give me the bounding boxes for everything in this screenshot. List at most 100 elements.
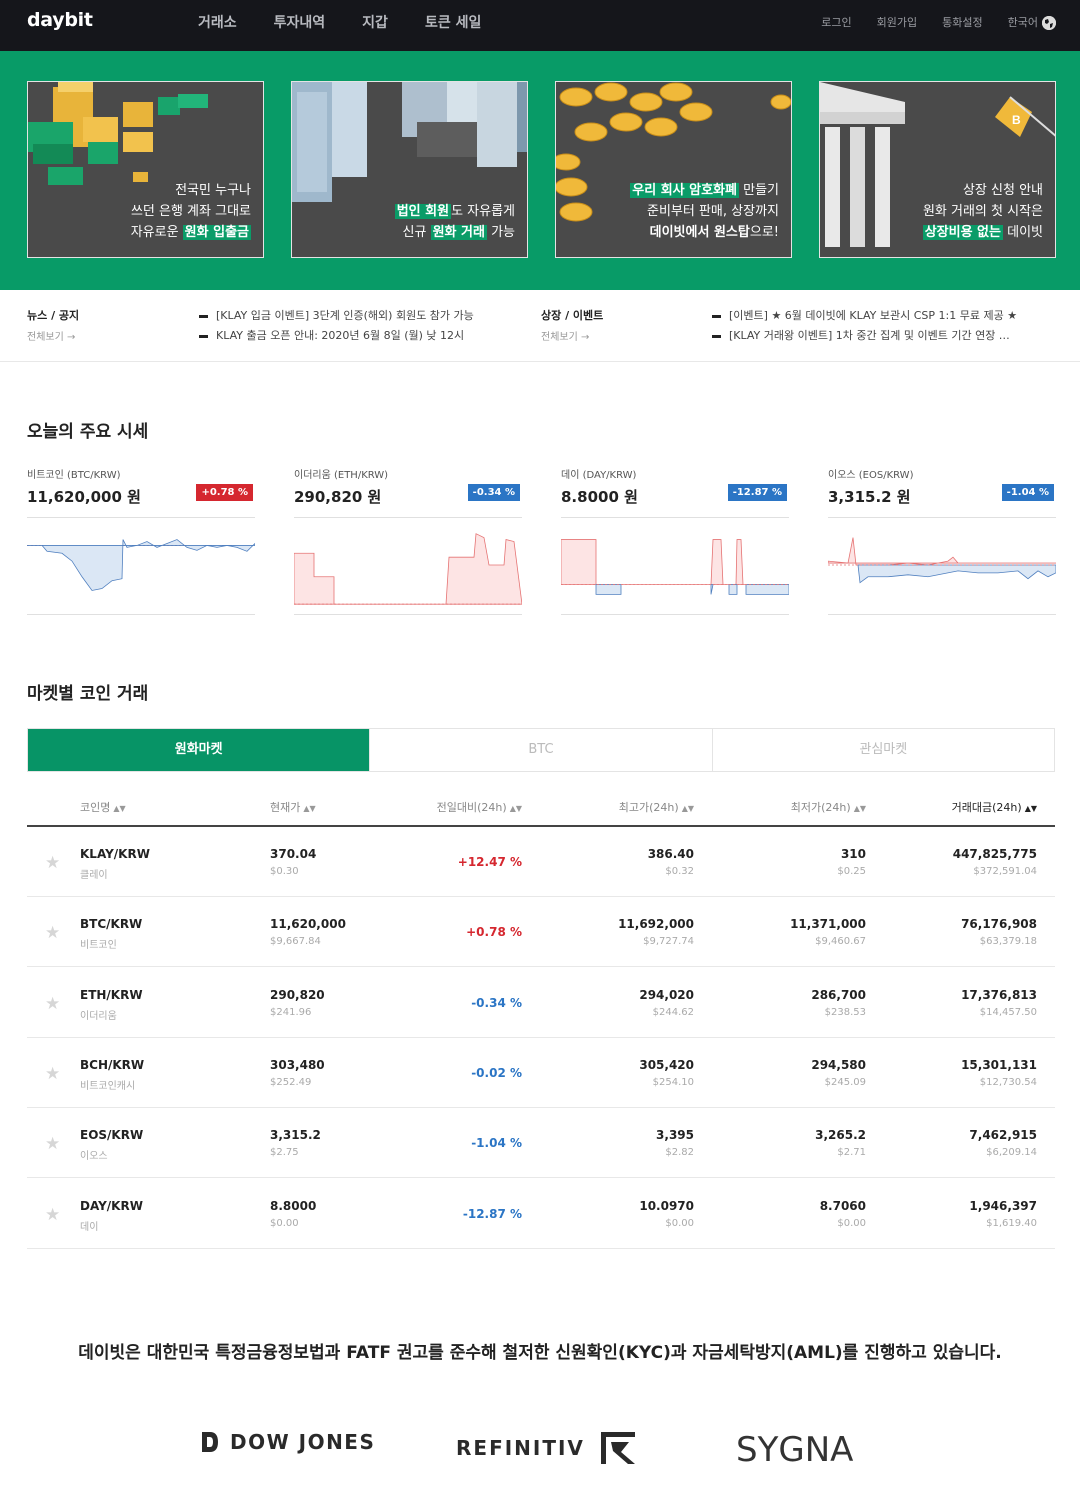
coin-cell: BCH/KRW 비트코인캐시	[80, 1058, 144, 1092]
news-event-more-link[interactable]: 전체보기 →	[541, 328, 589, 343]
volume-usd: $1,619.40	[986, 1217, 1037, 1229]
promo-card-krw-deposit[interactable]: 전국민 누구나 쓰던 은행 계좌 그대로 자유로운 원화 입출금	[27, 81, 264, 258]
price-usd: $0.00	[270, 1217, 299, 1229]
volume-value: 15,301,131	[961, 1057, 1037, 1072]
star-icon[interactable]: ★	[45, 1064, 60, 1084]
ticker-pair: 이오스 (EOS/KRW)	[828, 470, 914, 481]
col-low[interactable]: 최저가(24h) ▲▼	[791, 799, 866, 815]
change-value: -0.34 %	[471, 995, 522, 1010]
col-high[interactable]: 최고가(24h) ▲▼	[619, 799, 694, 815]
promo-text: 가능	[486, 225, 515, 240]
ticker-section-title: 오늘의 주요 시세	[27, 422, 149, 442]
news-notice-item[interactable]: [KLAY 입금 이벤트] 3단계 인증(해외) 회원도 참가 가능	[199, 307, 474, 323]
low-cell: 11,371,000 $9,460.67	[790, 917, 866, 947]
high-cell: 294,020 $244.62	[639, 988, 694, 1018]
high-usd: $0.32	[665, 866, 694, 877]
volume-usd: $6,209.14	[986, 1147, 1037, 1159]
news-event-item[interactable]: [KLAY 거래왕 이벤트] 1차 중간 집계 및 이벤트 기간 연장 …	[712, 327, 1010, 343]
star-icon[interactable]: ★	[45, 853, 60, 873]
globe-icon	[1042, 16, 1056, 30]
col-price[interactable]: 현재가 ▲▼	[270, 799, 316, 815]
ticker-card-eth[interactable]: 이더리움 (ETH/KRW) 290,820 원 -0.34 %	[294, 466, 522, 616]
table-row[interactable]: ★ EOS/KRW 이오스 3,315.2 $2.75 -1.04 % 3,395 $2.82…	[27, 1108, 1055, 1179]
coin-pair: EOS/KRW	[80, 1128, 144, 1143]
ticker-change-badge: -12.87 %	[727, 484, 787, 501]
news-event-item[interactable]: [이벤트] ★ 6월 데이빗에 KLAY 보관시 CSP 1:1 무료 제공 ★	[712, 307, 1017, 323]
col-change[interactable]: 전일대비(24h) ▲▼	[437, 799, 522, 815]
promo-line: 쓰던 은행 계좌 그대로	[130, 204, 251, 219]
ticker-card-day[interactable]: 데이 (DAY/KRW) 8.8000 원 -12.87 %	[561, 466, 789, 616]
star-icon[interactable]: ★	[45, 1134, 60, 1154]
low-value: 310	[840, 847, 866, 861]
promo-line: 우리 회사 암호화폐 만들기	[630, 180, 779, 201]
table-row[interactable]: ★ DAY/KRW 데이 8.8000 $0.00 -12.87 % 10.0970 $0.0…	[27, 1179, 1055, 1249]
volume-cell: 17,376,813 $14,457.50	[961, 988, 1037, 1018]
star-icon[interactable]: ★	[45, 1205, 60, 1225]
table-row[interactable]: ★ BCH/KRW 비트코인캐시 303,480 $252.49 -0.02 % 305,4…	[27, 1038, 1055, 1108]
low-usd: $0.00	[837, 1217, 866, 1229]
star-icon[interactable]: ★	[45, 923, 60, 943]
daybit-logo[interactable]: daybit	[27, 9, 93, 31]
col-volume[interactable]: 거래대금(24h) ▲▼	[952, 799, 1037, 815]
currency-settings-link[interactable]: 통화설정	[942, 14, 982, 30]
promo-card-text: 상장 신청 안내 원화 거래의 첫 시작은 상장비용 없는 데이빗	[922, 180, 1043, 243]
coin-pair: KLAY/KRW	[80, 847, 150, 861]
ticker-pair: 데이 (DAY/KRW)	[561, 470, 637, 481]
nav-wallet[interactable]: 지갑	[362, 12, 388, 32]
nav-investments[interactable]: 투자내역	[274, 12, 326, 32]
tab-favorites-market[interactable]: 관심마켓	[711, 729, 1054, 771]
promo-line: 준비부터 판매, 상장까지	[647, 204, 779, 219]
high-cell: 11,692,000 $9,727.74	[618, 917, 694, 947]
high-value: 386.40	[647, 847, 694, 861]
promo-line: 원화 거래의 첫 시작은	[922, 204, 1043, 219]
volume-usd: $372,591.04	[973, 866, 1037, 877]
promo-card-text: 법인 회원 도 자유롭게 신규 원화 거래 가능	[394, 201, 515, 243]
volume-value: 7,462,915	[969, 1128, 1037, 1143]
ticker-sparkline	[828, 517, 1056, 615]
volume-cell: 7,462,915 $6,209.14	[969, 1128, 1037, 1158]
ticker-card-eos[interactable]: 이오스 (EOS/KRW) 3,315.2 원 -1.04 %	[828, 466, 1056, 616]
news-notice-more-link[interactable]: 전체보기 →	[27, 328, 75, 343]
high-value: 305,420	[639, 1057, 694, 1072]
high-usd: $254.10	[652, 1076, 694, 1088]
volume-cell: 1,946,397 $1,619.40	[969, 1199, 1037, 1229]
promo-card-crypto-listing[interactable]: 우리 회사 암호화폐 만들기 준비부터 판매, 상장까지 데이빗에서 원스탑으로…	[555, 81, 792, 258]
coin-cell: ETH/KRW 이더리움	[80, 988, 143, 1022]
language-selector[interactable]: 한국어	[1008, 14, 1056, 30]
price-value: 11,620,000	[270, 917, 346, 932]
low-usd: $245.09	[824, 1076, 866, 1088]
high-cell: 10.0970 $0.00	[639, 1199, 694, 1229]
news-notice-item[interactable]: KLAY 출금 오픈 안내: 2020년 6월 8일 (월) 낮 12시	[199, 327, 464, 343]
col-label: 전일대비(24h)	[436, 801, 507, 814]
high-usd: $244.62	[652, 1006, 694, 1018]
login-link[interactable]: 로그인	[821, 14, 851, 30]
volume-cell: 76,176,908 $63,379.18	[961, 917, 1037, 947]
low-value: 11,371,000	[790, 917, 866, 932]
table-row[interactable]: ★ KLAY/KRW 클레이 370.04 $0.30 +12.47 % 386.40 $0.…	[27, 827, 1055, 897]
promo-text: 만들기	[738, 183, 779, 198]
svg-text:B: B	[1012, 113, 1021, 127]
promo-line: 법인 회원 도 자유롭게	[394, 201, 515, 222]
coin-cell: EOS/KRW 이오스	[80, 1128, 143, 1162]
partner-name: REFINITIV	[456, 1436, 585, 1460]
promo-card-listing-info[interactable]: B 상장 신청 안내 원화 거래의 첫 시작은 상장비용 없는 데이빗	[819, 81, 1056, 258]
tab-krw-market[interactable]: 원화마켓	[28, 729, 370, 771]
low-value: 294,580	[811, 1057, 866, 1072]
ticker-card-btc[interactable]: 비트코인 (BTC/KRW) 11,620,000 원 +0.78 %	[27, 466, 255, 616]
high-value: 11,692,000	[618, 917, 694, 932]
table-row[interactable]: ★ ETH/KRW 이더리움 290,820 $241.96 -0.34 % 294,020…	[27, 968, 1055, 1038]
promo-card-corporate[interactable]: 법인 회원 도 자유롭게 신규 원화 거래 가능	[291, 81, 528, 258]
table-row[interactable]: ★ BTC/KRW 비트코인 11,620,000 $9,667.84 +0.78 % 11…	[27, 897, 1055, 968]
ticker-sparkline	[27, 517, 255, 615]
high-value: 3,395	[656, 1128, 694, 1143]
col-label: 최저가(24h)	[790, 801, 851, 814]
partner-dow-jones: DOW JONES	[200, 1430, 375, 1454]
star-icon[interactable]: ★	[45, 994, 60, 1014]
nav-exchange[interactable]: 거래소	[198, 12, 237, 32]
promo-text: 으로!	[749, 225, 779, 240]
refinitiv-logo-icon	[600, 1432, 635, 1464]
tab-btc-market[interactable]: BTC	[369, 729, 711, 771]
col-coin-name[interactable]: 코인명 ▲▼	[80, 799, 126, 815]
nav-token-sale[interactable]: 토큰 세일	[425, 12, 481, 32]
signup-link[interactable]: 회원가입	[877, 14, 917, 30]
